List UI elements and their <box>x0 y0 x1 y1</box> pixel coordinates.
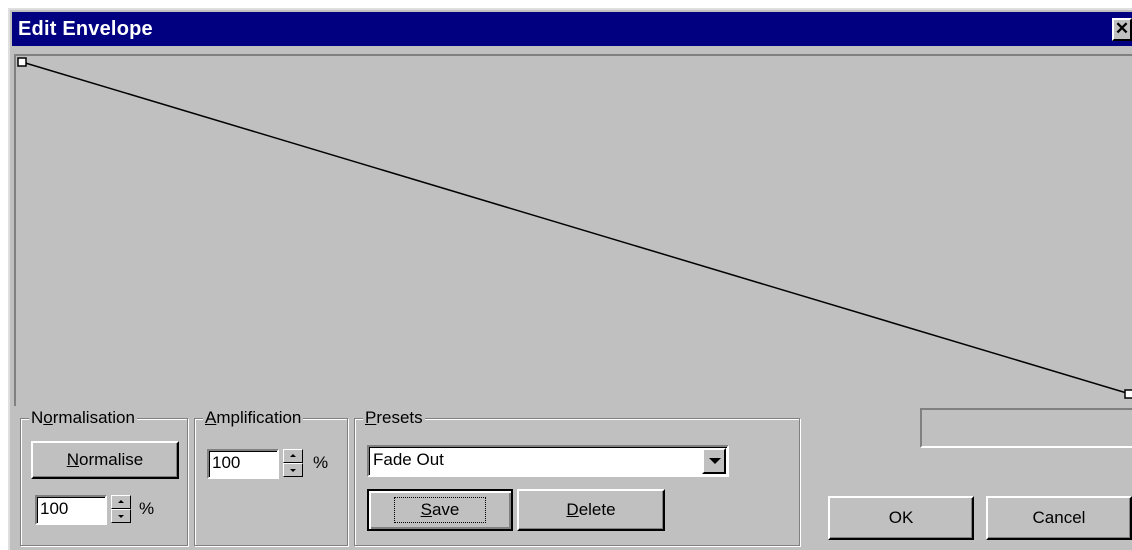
normalisation-spinner[interactable] <box>111 495 131 523</box>
edit-envelope-dialog: Edit Envelope ✕ Normalisation Normalise … <box>8 8 1132 550</box>
normalise-button[interactable]: Normalise <box>31 441 179 479</box>
close-icon: ✕ <box>1114 19 1130 38</box>
presets-group-label: Presets <box>363 408 425 428</box>
amplification-group-label: Amplification <box>203 408 304 428</box>
amplification-spin-up[interactable] <box>283 449 303 463</box>
preset-selected-value: Fade Out <box>373 450 444 469</box>
cancel-button-label: Cancel <box>1032 508 1086 527</box>
spin-up-icon <box>118 500 124 503</box>
amplification-value: 100 <box>212 453 241 472</box>
amplification-spin-down[interactable] <box>283 463 303 477</box>
close-button[interactable]: ✕ <box>1112 18 1132 41</box>
window-title: Edit Envelope <box>18 18 153 40</box>
preset-select[interactable]: Fade Out <box>367 445 729 477</box>
spin-up-icon <box>290 454 296 457</box>
normalise-button-label: ormalise <box>79 450 144 469</box>
normalisation-group-label: Normalisation <box>29 408 137 428</box>
spin-down-icon <box>290 469 296 472</box>
normalisation-spin-down[interactable] <box>111 509 131 523</box>
envelope-handle-1[interactable] <box>17 57 27 67</box>
chevron-down-icon <box>709 458 721 464</box>
envelope-canvas[interactable] <box>14 54 1132 406</box>
normalisation-unit: % <box>139 499 155 518</box>
title-bar[interactable]: Edit Envelope ✕ <box>12 12 1132 46</box>
ok-button[interactable]: OK <box>828 496 974 540</box>
cancel-button[interactable]: Cancel <box>986 496 1132 540</box>
preset-dropdown-button[interactable] <box>702 448 726 474</box>
normalisation-value-field[interactable]: 100 <box>35 495 107 525</box>
normalisation-group: Normalisation Normalise 100 % <box>20 408 188 546</box>
delete-button-label: Delete <box>566 500 616 519</box>
amplification-spinner[interactable] <box>283 449 303 477</box>
amplification-value-field[interactable]: 100 <box>207 449 279 479</box>
amplification-group: Amplification 100 % <box>194 408 348 546</box>
envelope-graph[interactable] <box>16 56 1132 406</box>
presets-group: Presets Fade Out Save Delete <box>354 408 800 546</box>
status-field <box>920 408 1132 448</box>
save-button-label: Save <box>393 497 487 523</box>
normalisation-spin-up[interactable] <box>111 495 131 509</box>
save-button[interactable]: Save <box>367 489 513 531</box>
delete-button[interactable]: Delete <box>517 489 665 531</box>
amplification-unit: % <box>313 453 329 472</box>
envelope-handle-2[interactable] <box>1124 389 1132 399</box>
ok-button-label: OK <box>888 508 914 527</box>
spin-down-icon <box>118 515 124 518</box>
normalisation-value: 100 <box>40 499 69 518</box>
envelope-segment[interactable] <box>21 61 1131 395</box>
